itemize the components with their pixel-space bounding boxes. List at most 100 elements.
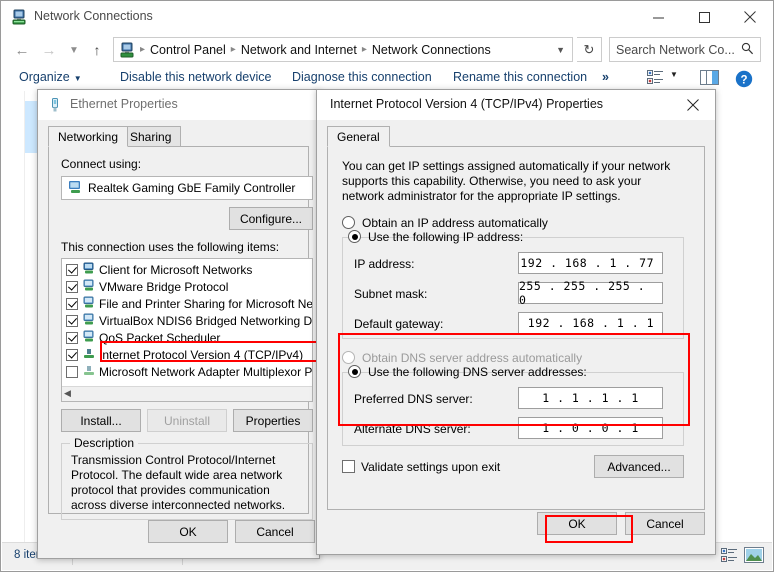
alternate-dns-input[interactable]: 1 . 0 . 0 . 1 bbox=[518, 417, 663, 439]
adapter-name: Realtek Gaming GbE Family Controller bbox=[88, 181, 296, 195]
radio-button[interactable] bbox=[348, 230, 361, 243]
properties-button[interactable]: Properties bbox=[233, 409, 313, 432]
list-item[interactable]: Microsoft Network Adapter Multiplexor Pr… bbox=[62, 363, 312, 380]
default-gateway-input[interactable]: 192 . 168 . 1 . 1 bbox=[518, 312, 663, 334]
breadcrumb-item-control-panel[interactable]: Control Panel bbox=[150, 43, 226, 57]
alternate-dns-label: Alternate DNS server: bbox=[354, 422, 471, 436]
tcpipv4-ok-button[interactable]: OK bbox=[537, 512, 617, 535]
search-icon bbox=[741, 42, 754, 58]
intro-text: You can get IP settings assigned automat… bbox=[342, 159, 671, 203]
breadcrumb-item-network-connections[interactable]: Network Connections bbox=[372, 43, 491, 57]
use-ip-label: Use the following IP address: bbox=[368, 230, 524, 244]
radio-button[interactable] bbox=[342, 216, 355, 229]
search-placeholder: Search Network Co... bbox=[616, 42, 735, 57]
large-icons-view-icon[interactable] bbox=[744, 547, 764, 566]
tab-general[interactable]: General bbox=[327, 126, 390, 147]
validate-label: Validate settings upon exit bbox=[361, 460, 501, 474]
ethernet-adapter-icon bbox=[47, 97, 63, 113]
description-legend: Description bbox=[70, 436, 139, 450]
minimize-button[interactable] bbox=[635, 1, 681, 33]
tab-sharing[interactable]: Sharing bbox=[120, 126, 182, 147]
component-label: Internet Protocol Version 4 (TCP/IPv4) bbox=[99, 347, 304, 362]
configure-button[interactable]: Configure... bbox=[229, 207, 313, 230]
list-item-tcpipv4[interactable]: Internet Protocol Version 4 (TCP/IPv4) bbox=[62, 346, 312, 363]
ethernet-cancel-button[interactable]: Cancel bbox=[235, 520, 315, 543]
overflow-button[interactable]: » bbox=[602, 70, 609, 84]
subnet-mask-input[interactable]: 255 . 255 . 255 . 0 bbox=[518, 279, 663, 307]
dialog-title: Ethernet Properties bbox=[70, 97, 178, 111]
component-label: Microsoft Network Adapter Multiplexor Pr… bbox=[99, 364, 313, 379]
install-button[interactable]: Install... bbox=[61, 409, 141, 432]
back-button[interactable]: ← bbox=[11, 39, 33, 61]
details-view-icon[interactable] bbox=[721, 547, 738, 566]
ip-address-input[interactable]: 192 . 168 . 1 . 77 bbox=[518, 252, 663, 274]
help-icon[interactable]: ? bbox=[735, 70, 753, 91]
breadcrumb-item-network-and-internet[interactable]: Network and Internet bbox=[241, 43, 357, 57]
tab-strip: General bbox=[327, 126, 705, 147]
protocol-icon bbox=[82, 347, 96, 363]
checkbox[interactable] bbox=[342, 460, 355, 473]
list-item[interactable]: VirtualBox NDIS6 Bridged Networking Driv… bbox=[62, 312, 312, 329]
general-tab-panel: You can get IP settings assigned automat… bbox=[327, 146, 705, 510]
checkbox[interactable] bbox=[66, 331, 78, 344]
radio-button[interactable] bbox=[348, 365, 361, 378]
list-item[interactable]: Client for Microsoft Networks bbox=[62, 261, 312, 278]
checkbox[interactable] bbox=[66, 348, 78, 361]
component-label: QoS Packet Scheduler bbox=[99, 330, 221, 345]
forward-button[interactable]: → bbox=[38, 39, 60, 61]
use-following-dns-radio[interactable]: Use the following DNS server addresses: bbox=[348, 364, 587, 380]
list-item[interactable]: File and Printer Sharing for Microsoft N… bbox=[62, 295, 312, 312]
network-connections-icon bbox=[11, 9, 27, 25]
checkbox[interactable] bbox=[66, 365, 78, 378]
component-icon bbox=[82, 279, 96, 295]
diagnose-connection-button[interactable]: Diagnose this connection bbox=[292, 70, 432, 84]
networking-tab-panel: Connect using: Realtek Gaming GbE Family… bbox=[48, 146, 313, 520]
chevron-down-icon[interactable]: ▼ bbox=[556, 45, 565, 55]
checkbox[interactable] bbox=[66, 314, 78, 327]
uninstall-button: Uninstall bbox=[147, 409, 227, 432]
checkbox[interactable] bbox=[66, 297, 78, 310]
list-item[interactable]: VMware Bridge Protocol bbox=[62, 278, 312, 295]
navigation-pane bbox=[2, 91, 25, 543]
use-dns-label: Use the following DNS server addresses: bbox=[368, 365, 587, 379]
close-button[interactable] bbox=[671, 90, 715, 120]
search-input[interactable]: Search Network Co... bbox=[609, 37, 761, 62]
dialog-body: Networking Sharing Connect using: Realte… bbox=[38, 120, 319, 558]
tab-networking[interactable]: Networking bbox=[48, 126, 129, 147]
dialog-title-bar: Ethernet Properties bbox=[38, 90, 319, 120]
adapter-field: Realtek Gaming GbE Family Controller bbox=[61, 176, 313, 200]
dialog-title-bar: Internet Protocol Version 4 (TCP/IPv4) P… bbox=[317, 90, 715, 120]
rename-connection-button[interactable]: Rename this connection bbox=[453, 70, 587, 84]
radio-button[interactable] bbox=[342, 351, 355, 364]
network-adapter-icon bbox=[67, 179, 83, 198]
checkbox[interactable] bbox=[66, 263, 78, 276]
scroll-left-icon[interactable]: ◀ bbox=[64, 388, 71, 399]
list-item[interactable]: QoS Packet Scheduler bbox=[62, 329, 312, 346]
disable-device-button[interactable]: Disable this network device bbox=[120, 70, 271, 84]
use-following-ip-radio[interactable]: Use the following IP address: bbox=[348, 229, 523, 245]
advanced-button[interactable]: Advanced... bbox=[594, 455, 684, 478]
tcpipv4-cancel-button[interactable]: Cancel bbox=[625, 512, 705, 535]
default-gateway-label: Default gateway: bbox=[354, 317, 444, 331]
preview-pane-icon[interactable] bbox=[700, 70, 719, 88]
components-list[interactable]: Client for Microsoft Networks VMware Bri… bbox=[61, 258, 313, 402]
component-icon bbox=[82, 313, 96, 329]
ethernet-ok-button[interactable]: OK bbox=[148, 520, 228, 543]
organize-button[interactable]: Organize ▼ bbox=[19, 70, 82, 84]
ip-address-label: IP address: bbox=[354, 257, 415, 271]
change-view-icon[interactable] bbox=[647, 70, 664, 88]
network-connections-window: Network Connections ← → ▼ ↑ ▸ Control Pa… bbox=[0, 0, 774, 572]
preferred-dns-input[interactable]: 1 . 1 . 1 . 1 bbox=[518, 387, 663, 409]
close-button[interactable] bbox=[727, 1, 773, 33]
chevron-down-icon[interactable]: ▼ bbox=[670, 70, 678, 79]
checkbox[interactable] bbox=[66, 280, 78, 293]
window-title: Network Connections bbox=[34, 9, 153, 23]
breadcrumb[interactable]: ▸ Control Panel ▸ Network and Internet ▸… bbox=[113, 37, 573, 62]
up-button[interactable]: ↑ bbox=[86, 39, 108, 61]
recent-locations-button[interactable]: ▼ bbox=[63, 39, 85, 61]
obtain-ip-label: Obtain an IP address automatically bbox=[362, 216, 548, 230]
horizontal-scrollbar[interactable]: ◀ bbox=[62, 386, 312, 401]
component-icon bbox=[82, 296, 96, 312]
maximize-button[interactable] bbox=[681, 1, 727, 33]
refresh-button[interactable]: ↻ bbox=[577, 37, 602, 62]
